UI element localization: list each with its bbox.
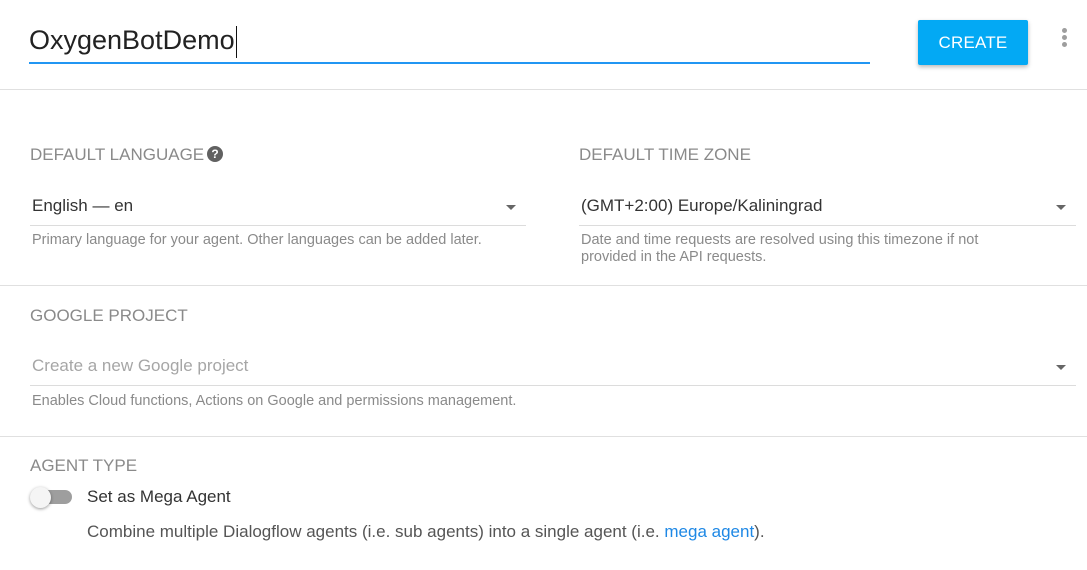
default-timezone-value: (GMT+2:00) Europe/Kaliningrad [581, 196, 823, 215]
default-language-label: DEFAULT LANGUAGE [30, 145, 205, 164]
section-divider [0, 285, 1087, 286]
default-timezone-select[interactable]: (GMT+2:00) Europe/Kaliningrad [579, 191, 1076, 226]
create-agent-page: OxygenBotDemo CREATE DEFAULT LANGUAGE ? … [0, 0, 1087, 570]
caret-down-icon [1056, 365, 1066, 370]
google-project-label: GOOGLE PROJECT [30, 306, 188, 325]
mega-agent-desc-suffix: ). [754, 522, 765, 541]
agent-name-input[interactable]: OxygenBotDemo [29, 18, 870, 64]
google-project-select[interactable]: Create a new Google project [30, 351, 1076, 386]
default-timezone-hint-line2: provided in the API requests. [581, 249, 767, 265]
mega-agent-description: Combine multiple Dialogflow agents (i.e.… [87, 522, 765, 542]
create-button[interactable]: CREATE [918, 20, 1028, 65]
default-language-value: English — en [32, 196, 134, 215]
mega-agent-link[interactable]: mega agent [664, 522, 754, 541]
agent-type-label: AGENT TYPE [30, 456, 138, 475]
default-timezone-label: DEFAULT TIME ZONE [579, 145, 751, 164]
mega-agent-desc-prefix: Combine multiple Dialogflow agents (i.e.… [87, 522, 665, 541]
caret-down-icon [506, 205, 516, 210]
question-circle-icon[interactable]: ? [207, 146, 223, 162]
caret-down-icon [1056, 205, 1066, 210]
agent-name-value: OxygenBotDemo [29, 25, 235, 55]
mega-agent-label: Set as Mega Agent [87, 487, 231, 506]
default-timezone-hint-line1: Date and time requests are resolved usin… [581, 232, 979, 248]
text-cursor [235, 25, 237, 58]
google-project-hint: Enables Cloud functions, Actions on Goog… [32, 393, 517, 409]
header-divider [0, 89, 1087, 90]
default-language-select[interactable]: English — en [30, 191, 526, 226]
more-vertical-icon[interactable] [1056, 28, 1072, 52]
section-divider [0, 436, 1087, 437]
google-project-placeholder: Create a new Google project [32, 356, 249, 375]
toggle-thumb [30, 487, 51, 508]
default-language-hint: Primary language for your agent. Other l… [32, 232, 482, 248]
mega-agent-toggle[interactable] [30, 487, 73, 508]
